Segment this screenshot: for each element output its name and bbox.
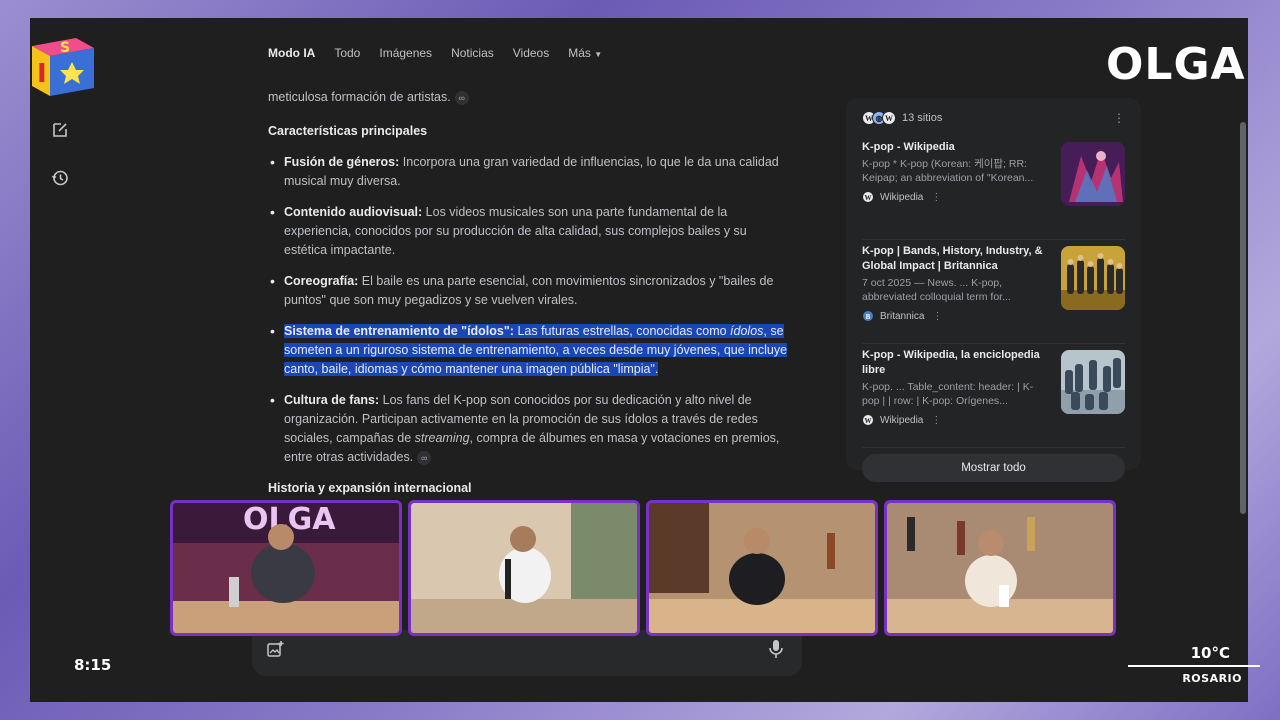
source-thumbnail <box>1061 246 1125 310</box>
tab-mas[interactable]: Más ▼ <box>568 46 602 60</box>
bullet-text: El baile es una parte esencial, con movi… <box>284 274 774 307</box>
add-image-icon[interactable] <box>266 640 284 658</box>
bullet-text: Las futuras estrellas, conocidas como <box>513 324 731 338</box>
source-site-name: Wikipedia <box>880 414 924 426</box>
wikipedia-icon: W <box>862 191 874 203</box>
camera-feed <box>646 500 878 636</box>
paragraph-text: meticulosa formación de artistas. <box>268 90 451 104</box>
section-heading: Características principales <box>268 124 428 138</box>
search-tabs: Modo IA Todo Imágenes Noticias Videos Má… <box>268 46 621 60</box>
source-snippet: K-pop. ... Table_content: header: | K-po… <box>862 381 1034 407</box>
bullet-title: Cultura de fans: <box>284 393 380 407</box>
sources-count[interactable]: 13 sitios <box>902 112 942 124</box>
source-snippet: K-pop * K-pop (Korean: 케이팝; RR: Keipap; … <box>862 158 1034 184</box>
camera-feed: OLGA <box>170 500 402 636</box>
list-item: Contenido audiovisual: Los videos musica… <box>268 203 788 260</box>
more-options-icon[interactable]: ⋮ <box>931 192 941 203</box>
link-icon[interactable]: ∞ <box>417 450 432 465</box>
scrollbar[interactable] <box>1240 122 1246 514</box>
source-card[interactable]: K-pop | Bands, History, Industry, & Glob… <box>862 240 1125 344</box>
tab-todo[interactable]: Todo <box>334 46 360 60</box>
source-thumbnail <box>1061 350 1125 414</box>
bullet-title: Contenido audiovisual: <box>284 205 423 219</box>
bullet-title: Coreografía: <box>284 274 359 288</box>
source-site-name: Britannica <box>880 310 925 322</box>
svg-text:I: I <box>37 59 47 89</box>
clock: 8:15 <box>74 656 112 674</box>
microphone-icon[interactable] <box>768 639 784 659</box>
source-site: B Britannica ⋮ <box>862 310 1125 322</box>
tab-mas-label: Más <box>568 46 591 60</box>
source-card[interactable]: K-pop - Wikipedia, la enciclopedia libre… <box>862 344 1125 448</box>
history-icon[interactable] <box>48 166 72 190</box>
section-heading-2: Historia y expansión internacional <box>268 481 472 495</box>
svg-text:S: S <box>60 40 70 56</box>
list-item: Coreografía: El baile es una parte esenc… <box>268 272 788 310</box>
paragraph-tail: meticulosa formación de artistas. ∞ <box>268 88 788 108</box>
britannica-icon: B <box>862 310 874 322</box>
list-item: Cultura de fans: Los fans del K-pop son … <box>268 391 788 467</box>
ai-answer: meticulosa formación de artistas. ∞ Carac… <box>268 88 788 510</box>
sources-panel: W ◍ W 13 sitios ⋮ K-pop - Wikipedia K-po… <box>846 98 1141 482</box>
channel-logo: S I <box>28 30 98 98</box>
source-site: W Wikipedia ⋮ <box>862 414 1125 426</box>
source-title[interactable]: K-pop - Wikipedia <box>862 140 1047 155</box>
tab-videos[interactable]: Videos <box>513 46 549 60</box>
show-all-button[interactable]: Mostrar todo <box>862 454 1125 482</box>
source-snippet: 7 oct 2025 — News. ... K-pop, abbreviate… <box>862 277 1011 303</box>
wikipedia-icon: W <box>882 111 896 125</box>
link-icon[interactable]: ∞ <box>454 90 469 105</box>
source-site-name: Wikipedia <box>880 191 924 203</box>
more-options-icon[interactable]: ⋮ <box>932 311 942 322</box>
sources-header: W ◍ W 13 sitios ⋮ <box>862 108 1125 128</box>
list-item-selected: Sistema de entrenamiento de "ídolos": La… <box>268 322 788 379</box>
tab-modo-ia[interactable]: Modo IA <box>268 46 315 60</box>
city-name: ROSARIO <box>1182 672 1242 685</box>
olga-brand-logo: OLGA <box>1106 39 1246 90</box>
tab-imagenes[interactable]: Imágenes <box>379 46 432 60</box>
more-options-icon[interactable]: ⋮ <box>931 415 941 426</box>
bullet-title: Sistema de entrenamiento de "ídolos": <box>284 324 514 338</box>
more-options-icon[interactable]: ⋮ <box>1113 111 1125 125</box>
bullet-emphasis: ídolos <box>730 324 764 338</box>
caret-down-icon: ▼ <box>594 50 603 59</box>
features-list: Fusión de géneros: Incorpora una gran va… <box>268 153 788 467</box>
bullet-emphasis: streaming <box>414 431 470 445</box>
source-favicons: W ◍ W <box>862 111 896 125</box>
camera-feed <box>408 500 640 636</box>
bullet-title: Fusión de géneros: <box>284 155 400 169</box>
list-item: Fusión de géneros: Incorpora una gran va… <box>268 153 788 191</box>
source-thumbnail <box>1061 142 1125 206</box>
temperature: 10°C <box>1190 644 1230 662</box>
tab-noticias[interactable]: Noticias <box>451 46 494 60</box>
prompt-input[interactable] <box>252 630 802 676</box>
divider <box>1128 665 1260 667</box>
camera-strip: OLGA <box>170 500 1116 636</box>
left-rail <box>30 18 90 702</box>
source-card[interactable]: K-pop - Wikipedia K-pop * K-pop (Korean:… <box>862 136 1125 240</box>
wikipedia-icon: W <box>862 414 874 426</box>
new-chat-icon[interactable] <box>48 118 72 142</box>
weather-widget: 10°C ROSARIO <box>1120 638 1266 694</box>
camera-feed <box>884 500 1116 636</box>
source-title[interactable]: K-pop | Bands, History, Industry, & Glob… <box>862 244 1047 274</box>
source-title[interactable]: K-pop - Wikipedia, la enciclopedia libre <box>862 348 1047 378</box>
